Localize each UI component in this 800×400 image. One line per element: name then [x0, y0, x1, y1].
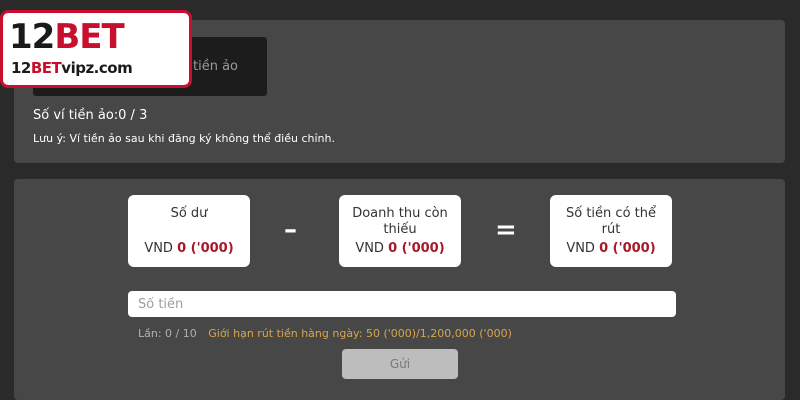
- withdraw-amount-input[interactable]: [128, 291, 676, 317]
- available-title-line2: rút: [601, 222, 621, 237]
- submit-withdraw-button[interactable]: Gửi: [342, 349, 458, 379]
- balance-amount: 0 ('000): [177, 241, 234, 256]
- available-unit: VND: [566, 241, 595, 256]
- turnover-card: Doanh thu còn thiếu VND 0 ('000): [339, 195, 461, 267]
- available-amount: 0 ('000): [599, 241, 656, 256]
- add-virtual-wallet-label: tiền ảo: [193, 59, 238, 74]
- virtual-wallet-count: Số ví tiền ảo:0 / 3: [33, 108, 148, 123]
- turnover-amount: 0 ('000): [388, 241, 445, 256]
- daily-withdraw-limit: Giới hạn rút tiền hàng ngày: 50 ('000)/1…: [208, 327, 512, 340]
- balance-title: Số dư: [170, 206, 208, 221]
- available-value: VND 0 ('000): [550, 241, 672, 256]
- virtual-wallet-note: Lưu ý: Ví tiền ảo sau khi đăng ký không …: [33, 132, 335, 145]
- turnover-title-line2: thiếu: [383, 222, 417, 237]
- withdraw-panel: Số dư VND 0 ('000) – Doanh thu còn thiếu…: [14, 179, 785, 400]
- logo-domain: 12BETvipz.com: [11, 59, 133, 77]
- balance-card: Số dư VND 0 ('000): [128, 195, 250, 267]
- balance-unit: VND: [144, 241, 173, 256]
- equals-operator: =: [495, 215, 517, 245]
- brand-logo: 12BET 12BETvipz.com: [0, 10, 192, 88]
- turnover-value: VND 0 ('000): [339, 241, 461, 256]
- minus-operator: –: [284, 215, 297, 245]
- withdraw-limit-row: Lần: 0 / 10 Giới hạn rút tiền hàng ngày:…: [138, 327, 512, 340]
- withdraw-attempts: Lần: 0 / 10: [138, 327, 197, 340]
- available-card: Số tiền có thể rút VND 0 ('000): [550, 195, 672, 267]
- turnover-unit: VND: [355, 241, 384, 256]
- logo-main-text: 12BET: [9, 17, 125, 57]
- balance-value: VND 0 ('000): [128, 241, 250, 256]
